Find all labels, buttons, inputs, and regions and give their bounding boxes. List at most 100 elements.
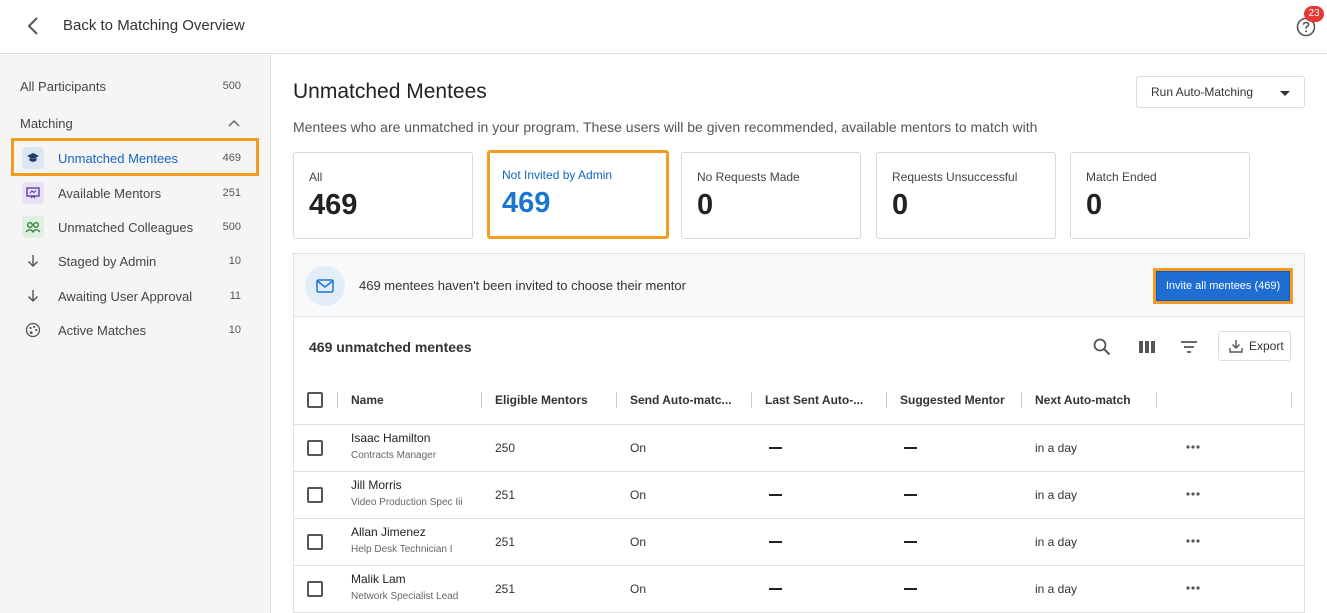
chevron-up-icon[interactable]	[227, 118, 241, 128]
eligible-mentors-count: 251	[495, 582, 516, 596]
page-subtitle: Mentees who are unmatched in your progra…	[293, 119, 1038, 135]
more-options-icon[interactable]	[1185, 440, 1201, 454]
column-divider	[1291, 392, 1292, 408]
table-title: 469 unmatched mentees	[309, 339, 472, 355]
table-row[interactable]: Malik Lam Network Specialist Lead 251 On…	[294, 566, 1304, 613]
stat-card-label: All	[309, 170, 323, 184]
eligible-mentors-count: 251	[495, 535, 516, 549]
sidebar-item-awaiting-user-approval[interactable]: Awaiting User Approval 11	[20, 284, 245, 308]
more-options-icon[interactable]	[1185, 487, 1201, 501]
sidebar-item-count: 11	[229, 290, 241, 302]
caret-down-icon	[1280, 91, 1290, 96]
mentee-name[interactable]: Malik Lam	[351, 572, 406, 586]
stat-card-label: Not Invited by Admin	[502, 168, 613, 182]
sidebar-item-unmatched-mentees[interactable]: Unmatched Mentees 469	[20, 146, 245, 170]
column-header-last-sent[interactable]: Last Sent Auto-...	[765, 393, 863, 407]
sidebar-item-label: Staged by Admin	[58, 253, 157, 269]
column-header-suggested-mentor[interactable]: Suggested Mentor	[900, 393, 1005, 407]
palette-icon	[22, 319, 44, 341]
notification-badge: 23	[1304, 6, 1324, 22]
sidebar-item-label: Awaiting User Approval	[58, 288, 193, 304]
eligible-mentors-count: 251	[495, 488, 516, 502]
stat-card-requests-unsuccessful[interactable]: Requests Unsuccessful 0	[876, 152, 1056, 239]
row-checkbox[interactable]	[307, 581, 323, 597]
stat-card-not-invited[interactable]: Not Invited by Admin 469	[487, 150, 669, 239]
sidebar-item-label: Unmatched Colleagues	[58, 219, 194, 235]
mentee-job-title: Contracts Manager	[351, 450, 437, 461]
sidebar-item-unmatched-colleagues[interactable]: Unmatched Colleagues 500	[20, 215, 245, 239]
column-header-next-auto-match[interactable]: Next Auto-match	[1035, 393, 1131, 407]
download-icon	[1229, 340, 1243, 353]
sidebar-item-label: All Participants	[20, 78, 106, 94]
people-icon	[22, 216, 44, 238]
empty-dash	[769, 588, 782, 590]
column-divider	[337, 392, 338, 408]
sidebar-item-label: Unmatched Mentees	[58, 150, 178, 166]
stat-card-value: 469	[309, 189, 358, 221]
next-auto-match-value: in a day	[1035, 535, 1078, 549]
sidebar-item-staged-by-admin[interactable]: Staged by Admin 10	[20, 249, 245, 273]
send-auto-match-status: On	[630, 441, 647, 455]
search-icon[interactable]	[1091, 336, 1113, 358]
select-all-checkbox[interactable]	[307, 392, 323, 408]
column-header-send-auto-match[interactable]: Send Auto-matc...	[630, 393, 732, 407]
column-divider	[751, 392, 752, 408]
columns-icon[interactable]	[1136, 336, 1158, 358]
mentee-name[interactable]: Isaac Hamilton	[351, 431, 430, 445]
sidebar-item-count: 10	[228, 324, 241, 336]
empty-dash	[769, 494, 782, 496]
table-row[interactable]: Isaac Hamilton Contracts Manager 250 On …	[294, 425, 1304, 472]
matching-section-header[interactable]: Matching	[20, 116, 73, 131]
more-options-icon[interactable]	[1185, 581, 1201, 595]
mentee-job-title: Help Desk Technician I	[351, 544, 453, 555]
run-auto-matching-label: Run Auto-Matching	[1151, 85, 1254, 99]
column-divider	[886, 392, 887, 408]
arrow-down-icon	[22, 285, 44, 307]
run-auto-matching-button[interactable]: Run Auto-Matching	[1136, 76, 1305, 108]
empty-dash	[904, 541, 917, 543]
mentees-panel: 469 mentees haven't been invited to choo…	[293, 253, 1305, 613]
sidebar-item-count: 10	[228, 255, 241, 267]
stat-card-match-ended[interactable]: Match Ended 0	[1070, 152, 1250, 239]
mentee-name[interactable]: Jill Morris	[351, 478, 402, 492]
chevron-left-icon[interactable]	[22, 14, 46, 38]
stat-card-all[interactable]: All 469	[293, 152, 473, 239]
mentee-name[interactable]: Allan Jimenez	[351, 525, 426, 539]
stat-card-value: 0	[892, 189, 909, 221]
sidebar: All Participants 500 Matching Unmatched …	[0, 55, 271, 613]
stat-card-no-requests[interactable]: No Requests Made 0	[681, 152, 861, 239]
table-row[interactable]: Allan Jimenez Help Desk Technician I 251…	[294, 519, 1304, 566]
sidebar-item-active-matches[interactable]: Active Matches 10	[20, 318, 245, 342]
export-label: Export	[1249, 339, 1284, 353]
empty-dash	[904, 447, 917, 449]
empty-dash	[904, 588, 917, 590]
more-options-icon[interactable]	[1185, 534, 1201, 548]
sidebar-item-all-participants[interactable]: All Participants 500	[20, 74, 245, 98]
next-auto-match-value: in a day	[1035, 441, 1078, 455]
table-row[interactable]: Jill Morris Video Production Spec Iii 25…	[294, 472, 1304, 519]
stat-card-value: 0	[697, 189, 714, 221]
page-title: Unmatched Mentees	[293, 80, 487, 103]
back-to-overview-link[interactable]: Back to Matching Overview	[63, 17, 245, 34]
invite-all-mentees-button[interactable]: Invite all mentees (469)	[1156, 271, 1290, 301]
stat-card-label: Requests Unsuccessful	[892, 170, 1018, 184]
sidebar-item-label: Active Matches	[58, 322, 147, 338]
banner-text: 469 mentees haven't been invited to choo…	[359, 278, 686, 293]
stat-card-value: 0	[1086, 189, 1103, 221]
sidebar-item-count: 500	[222, 80, 241, 92]
column-header-eligible-mentors[interactable]: Eligible Mentors	[495, 393, 588, 407]
sidebar-item-label: Available Mentors	[58, 185, 162, 201]
column-header-name[interactable]: Name	[351, 393, 384, 407]
sidebar-item-count: 469	[222, 152, 241, 164]
filter-icon[interactable]	[1178, 336, 1200, 358]
column-divider	[1021, 392, 1022, 408]
row-checkbox[interactable]	[307, 440, 323, 456]
export-button[interactable]: Export	[1218, 331, 1291, 361]
sidebar-item-count: 500	[222, 221, 241, 233]
stat-card-value: 469	[502, 187, 551, 219]
sidebar-item-available-mentors[interactable]: Available Mentors 251	[20, 181, 245, 205]
row-checkbox[interactable]	[307, 534, 323, 550]
row-checkbox[interactable]	[307, 487, 323, 503]
arrow-down-icon	[22, 250, 44, 272]
column-divider	[481, 392, 482, 408]
